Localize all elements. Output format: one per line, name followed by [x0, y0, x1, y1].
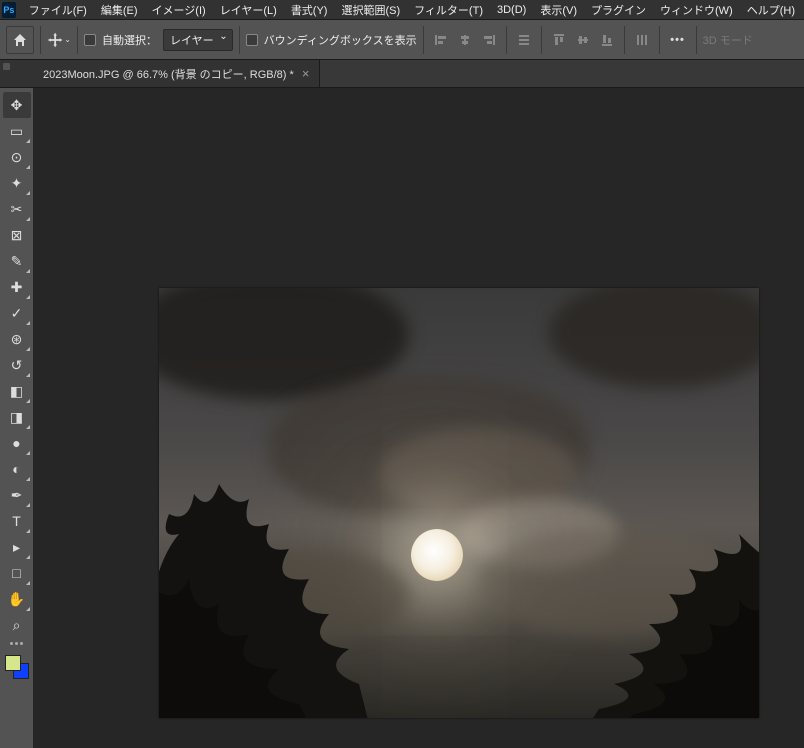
menu-help[interactable]: ヘルプ(H)	[740, 0, 802, 20]
zoom-tool[interactable]: ⌕	[3, 612, 31, 638]
show-transform-label: バウンディングボックスを表示	[264, 32, 417, 48]
show-transform-checkbox[interactable]	[246, 34, 258, 46]
rect-marquee-tool[interactable]: ▭	[3, 118, 31, 144]
align-center-h-icon[interactable]	[454, 29, 476, 51]
gradient-tool[interactable]: ◨	[3, 404, 31, 430]
crop-tool[interactable]: ✂	[3, 196, 31, 222]
menu-window[interactable]: ウィンドウ(W)	[653, 0, 740, 20]
menu-layer[interactable]: レイヤー(L)	[213, 0, 284, 20]
menu-bar: Ps ファイル(F) 編集(E) イメージ(I) レイヤー(L) 書式(Y) 選…	[0, 0, 804, 20]
clone-stamp-tool[interactable]: ⊛	[3, 326, 31, 352]
menu-file[interactable]: ファイル(F)	[22, 0, 94, 20]
divider	[506, 26, 507, 54]
image-tree-left	[159, 444, 369, 718]
align-horizontal-group	[430, 29, 500, 51]
divider	[659, 26, 660, 54]
pen-tool[interactable]: ✒	[3, 482, 31, 508]
options-bar: ⌄ 自動選択： レイヤー バウンディングボックスを表示 ••• 3D モード	[0, 20, 804, 60]
auto-select-dropdown[interactable]: レイヤー	[163, 29, 233, 51]
hand-tool[interactable]: ✋	[3, 586, 31, 612]
divider	[239, 26, 240, 54]
align-left-icon[interactable]	[430, 29, 452, 51]
healing-brush-tool[interactable]: ✚	[3, 274, 31, 300]
lasso-tool[interactable]: ⊙	[3, 144, 31, 170]
image-tree-right	[519, 474, 759, 718]
divider	[423, 26, 424, 54]
move-icon	[47, 31, 63, 49]
tab-toggle[interactable]	[0, 60, 33, 87]
auto-select-label: 自動選択：	[102, 32, 157, 48]
divider	[541, 26, 542, 54]
more-options-button[interactable]: •••	[666, 28, 690, 52]
frame-tool[interactable]: ⊠	[3, 222, 31, 248]
divider	[77, 26, 78, 54]
menu-plugins[interactable]: プラグイン	[584, 0, 653, 20]
canvas-area[interactable]	[33, 88, 804, 748]
app-logo: Ps	[2, 2, 16, 18]
path-select-tool[interactable]: ▸	[3, 534, 31, 560]
menu-view[interactable]: 表示(V)	[533, 0, 584, 20]
menu-select[interactable]: 選択範囲(S)	[334, 0, 407, 20]
document-tab[interactable]: 2023Moon.JPG @ 66.7% (背景 のコピー, RGB/8) * …	[33, 60, 320, 87]
divider	[696, 26, 697, 54]
type-tool[interactable]: T	[3, 508, 31, 534]
align-middle-v-icon[interactable]	[572, 29, 594, 51]
divider	[624, 26, 625, 54]
blur-tool[interactable]: ●	[3, 430, 31, 456]
eyedropper-tool[interactable]: ✎	[3, 248, 31, 274]
distribute-v-icon[interactable]	[631, 29, 653, 51]
divider	[40, 26, 41, 54]
auto-select-checkbox[interactable]	[84, 34, 96, 46]
eraser-tool[interactable]: ◧	[3, 378, 31, 404]
foreground-color[interactable]	[5, 655, 21, 671]
document-tab-title: 2023Moon.JPG @ 66.7% (背景 のコピー, RGB/8) *	[43, 66, 294, 82]
edit-toolbar-button[interactable]	[3, 638, 31, 649]
menu-filter[interactable]: フィルター(T)	[407, 0, 490, 20]
document-tab-bar: 2023Moon.JPG @ 66.7% (背景 のコピー, RGB/8) * …	[0, 60, 804, 88]
align-vertical-group	[548, 29, 618, 51]
rectangle-tool[interactable]: □	[3, 560, 31, 586]
work-area: ✥▭⊙✦✂⊠✎✚✓⊛↺◧◨●◐✒T▸□✋⌕	[0, 88, 804, 748]
home-button[interactable]	[6, 26, 34, 54]
brush-tool[interactable]: ✓	[3, 300, 31, 326]
image-moon	[411, 529, 463, 581]
menu-image[interactable]: イメージ(I)	[145, 0, 213, 20]
move-tool-indicator[interactable]: ⌄	[47, 28, 71, 52]
threed-mode-label: 3D モード	[703, 32, 753, 48]
menu-3d[interactable]: 3D(D)	[490, 2, 533, 18]
menu-type[interactable]: 書式(Y)	[284, 0, 335, 20]
move-tool[interactable]: ✥	[3, 92, 31, 118]
tool-panel: ✥▭⊙✦✂⊠✎✚✓⊛↺◧◨●◐✒T▸□✋⌕	[0, 88, 33, 748]
distribute-icon[interactable]	[513, 29, 535, 51]
home-icon	[12, 32, 28, 48]
dodge-tool[interactable]: ◐	[3, 456, 31, 482]
color-swatches[interactable]	[5, 655, 29, 679]
align-top-icon[interactable]	[548, 29, 570, 51]
menu-edit[interactable]: 編集(E)	[94, 0, 145, 20]
magic-wand-tool[interactable]: ✦	[3, 170, 31, 196]
align-bottom-icon[interactable]	[596, 29, 618, 51]
history-brush-tool[interactable]: ↺	[3, 352, 31, 378]
document-canvas[interactable]	[159, 288, 759, 718]
align-right-icon[interactable]	[478, 29, 500, 51]
close-icon[interactable]: ×	[302, 66, 310, 81]
